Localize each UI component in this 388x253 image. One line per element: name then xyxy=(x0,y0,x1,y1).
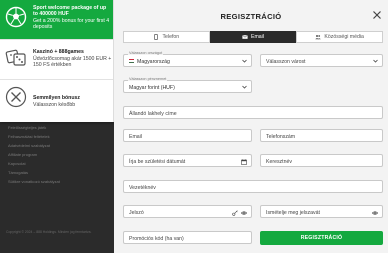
eye-icon[interactable] xyxy=(241,210,247,216)
country-value: Magyarország xyxy=(137,58,170,65)
tab-phone[interactable]: Telefon xyxy=(123,31,210,43)
email-input[interactable]: Email xyxy=(123,129,252,142)
field-label: Válasszon pénznemet xyxy=(128,77,168,81)
calendar-icon[interactable] xyxy=(241,158,247,165)
first-name-input[interactable]: Keresztnév xyxy=(260,154,383,167)
first-name-placeholder: Keresztnév xyxy=(266,158,292,165)
tab-label: Telefon xyxy=(162,34,180,40)
chevron-down-icon xyxy=(373,59,378,63)
background-link: Adatvédelmi szabályzat xyxy=(8,143,51,148)
eye-icon[interactable] xyxy=(372,210,378,216)
tab-label: Közösségi média xyxy=(324,34,364,40)
phone-placeholder: Telefonszám xyxy=(266,133,296,140)
background-footer: Copyright © 2024 – 888 Holdings. Minden … xyxy=(6,230,92,234)
address-placeholder: Állandó lakhely címe xyxy=(129,110,177,117)
background-link: Sütikre vonatkozó szabályzat xyxy=(8,179,60,184)
close-icon[interactable] xyxy=(372,10,382,20)
background-link: Felhasználási feltételek xyxy=(8,134,50,139)
people-icon xyxy=(315,35,322,40)
modal-title: REGISZTRÁCIÓ xyxy=(220,12,282,21)
currency-value: Magyar forint (HUF) xyxy=(129,84,175,91)
phone-input[interactable]: Telefonszám xyxy=(260,129,383,142)
last-name-placeholder: Vezetéknév xyxy=(129,184,156,191)
bonus-title: Kaszinó + 888games xyxy=(33,49,84,55)
bonus-option-casino[interactable]: Kaszinó + 888games Üdvözlőcsomag akár 15… xyxy=(0,40,113,80)
chevron-down-icon xyxy=(242,85,247,89)
registration-modal: REGISZTRÁCIÓ Telefon Email Közösségi méd… xyxy=(114,0,388,253)
field-label: Válasszon országot xyxy=(128,51,164,55)
chevron-down-icon xyxy=(242,59,247,63)
soccer-ball-icon xyxy=(5,6,27,28)
city-select[interactable]: Válasszon várost xyxy=(260,54,383,67)
dice-icon xyxy=(5,49,26,66)
bonus-selection-panel: Sport welcome package of up to 400000 HU… xyxy=(0,0,114,122)
bonus-title: Semmilyen bónusz xyxy=(33,95,80,101)
promo-code-placeholder: Promóciós kód (ha van) xyxy=(129,235,184,242)
key-icon[interactable] xyxy=(232,209,238,216)
background-link: Felelősségteljes játék xyxy=(8,125,47,130)
bonus-description: Üdvözlőcsomag akár 1500 EUR + 150 FS ért… xyxy=(33,56,112,69)
birthdate-input[interactable]: Írja be születési dátumát xyxy=(123,154,252,167)
close-circle-icon xyxy=(5,86,27,108)
country-select[interactable]: Válasszon országot Magyarország xyxy=(123,51,252,67)
password-input[interactable]: Jelszó xyxy=(123,205,252,218)
promo-code-input[interactable]: Promóciós kód (ha van) xyxy=(123,231,252,244)
registration-method-tabs: Telefon Email Közösségi média xyxy=(123,31,384,43)
phone-icon xyxy=(154,34,159,40)
city-placeholder: Válasszon várost xyxy=(266,58,306,65)
country-value-wrap: Magyarország xyxy=(129,59,170,65)
background-link: Affiliate program xyxy=(8,152,38,157)
address-input[interactable]: Állandó lakhely címe xyxy=(123,106,383,119)
email-placeholder: Email xyxy=(129,133,142,140)
bonus-option-sport[interactable]: Sport welcome package of up to 400000 HU… xyxy=(0,0,113,40)
register-button[interactable]: REGISZTRÁCIÓ xyxy=(260,231,383,245)
background-links: Felelősségteljes játék Felhasználási fel… xyxy=(8,125,112,188)
tab-social-media[interactable]: Közösségi média xyxy=(296,31,384,43)
background-link: Kapcsolat xyxy=(8,161,26,166)
password-placeholder: Jelszó xyxy=(129,209,144,216)
hungary-flag-icon xyxy=(129,59,134,63)
bonus-title: Sport welcome package of up to 400000 HU… xyxy=(33,5,107,18)
tab-email[interactable]: Email xyxy=(209,31,297,43)
password-repeat-input[interactable]: Ismételje meg jelszavát xyxy=(260,205,383,218)
bonus-description: Válasszon később xyxy=(33,102,76,108)
bonus-option-none[interactable]: Semmilyen bónusz Válasszon később xyxy=(0,80,113,120)
currency-select[interactable]: Válasszon pénznemet Magyar forint (HUF) xyxy=(123,77,252,93)
tab-label: Email xyxy=(251,34,264,40)
password-repeat-placeholder: Ismételje meg jelszavát xyxy=(266,209,320,216)
birthdate-placeholder: Írja be születési dátumát xyxy=(129,158,186,165)
background-link: Támogatás xyxy=(8,170,29,175)
bonus-description: Get a 200% bonus for your first 4 deposi… xyxy=(33,18,110,31)
last-name-input[interactable]: Vezetéknév xyxy=(123,180,383,193)
envelope-icon xyxy=(242,35,248,39)
